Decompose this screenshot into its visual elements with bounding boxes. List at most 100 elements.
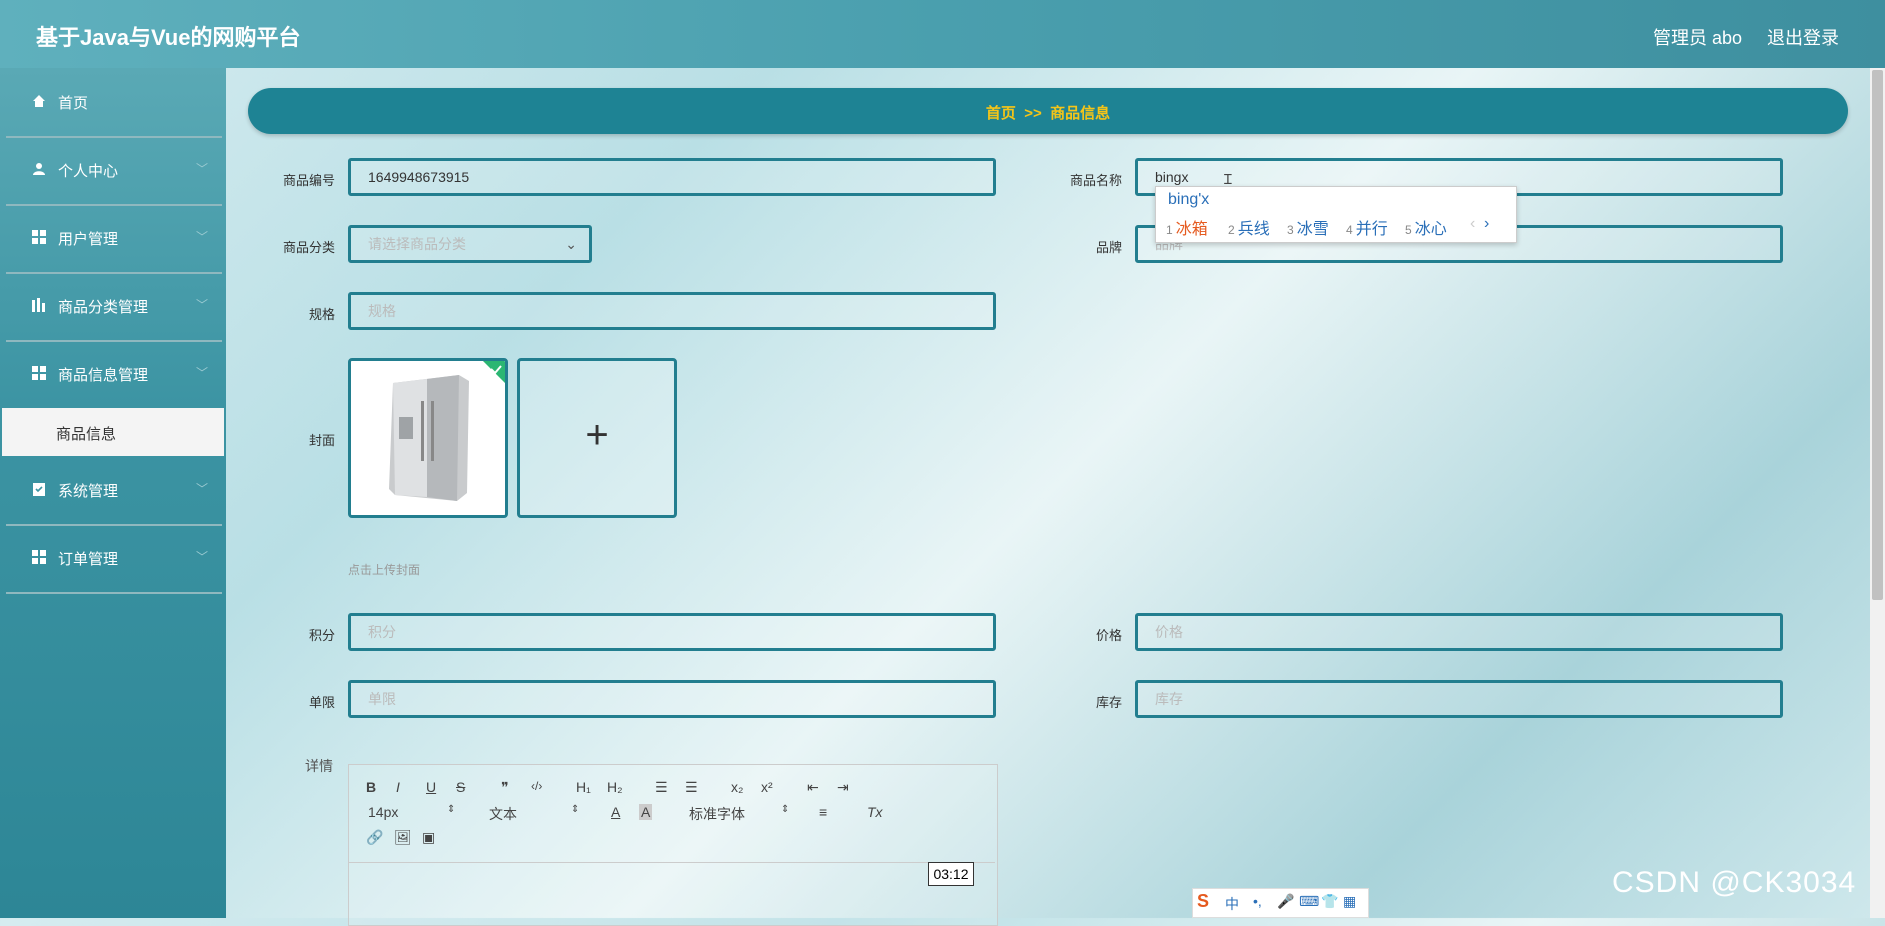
cover-image-thumbnail[interactable] xyxy=(348,358,508,518)
price-input[interactable]: 价格 xyxy=(1135,613,1783,651)
ime-candidate-1[interactable]: 1 冰箱 xyxy=(1166,215,1208,239)
underline-button[interactable]: U xyxy=(426,779,436,795)
points-input[interactable]: 积分 xyxy=(348,613,996,651)
logout-button[interactable]: 退出登录 xyxy=(1767,24,1839,50)
font-family-select[interactable]: 标准字体 xyxy=(689,804,745,824)
punctuation-icon[interactable]: •, xyxy=(1253,893,1262,909)
chevron-down-icon: ﹀ xyxy=(195,550,208,564)
sidebar-item-users[interactable]: 用户管理 ﹀ xyxy=(6,206,222,274)
category-select[interactable]: 请选择商品分类 ⌄ xyxy=(348,225,592,263)
ime-next-page[interactable]: › xyxy=(1484,215,1489,233)
sidebar-item-label: 商品信息管理 xyxy=(58,367,149,384)
image-icon[interactable]: 🖼 xyxy=(394,829,412,846)
chinese-mode-icon[interactable]: 中 xyxy=(1225,894,1239,914)
h1-button[interactable]: H₁ xyxy=(576,779,591,795)
sort-icon: ⇕ xyxy=(571,804,580,815)
background-color-button[interactable]: A xyxy=(639,804,653,820)
chart-icon xyxy=(32,298,45,312)
breadcrumb-separator: >> xyxy=(1024,105,1042,122)
clipboard-icon xyxy=(33,483,45,496)
clear-format-button[interactable]: Tx xyxy=(867,804,883,820)
strike-button[interactable]: S xyxy=(456,779,465,795)
unordered-list-button[interactable]: ☰ xyxy=(685,779,698,796)
chevron-down-icon: ﹀ xyxy=(195,298,208,312)
sort-icon: ⇕ xyxy=(447,804,456,815)
ime-toolbar[interactable]: S 中 •, 🎤 ⌨ 👕 ▦ xyxy=(1192,888,1369,918)
time-badge: 03:12 xyxy=(928,862,974,886)
quote-button[interactable]: ❞ xyxy=(501,779,509,796)
detail-label: 详情 xyxy=(305,758,333,774)
sidebar-item-products[interactable]: 商品信息管理 ﹀ xyxy=(6,342,222,410)
name-label: 商品名称 xyxy=(1069,173,1122,188)
keyboard-icon[interactable]: ⌨ xyxy=(1299,893,1319,910)
sidebar-item-label: 商品分类管理 xyxy=(58,299,149,316)
sidebar: 首页 个人中心 ﹀ 用户管理 ﹀ 商品分类管理 ﹀ 商品信息管理 ﹀ 商品信息 … xyxy=(0,68,226,918)
ime-candidate-3[interactable]: 3 冰雪 xyxy=(1287,215,1329,239)
italic-button[interactable]: I xyxy=(396,779,400,795)
spec-input[interactable]: 规格 xyxy=(348,292,996,330)
category-placeholder: 请选择商品分类 xyxy=(368,236,466,252)
sogou-logo-icon: S xyxy=(1197,891,1210,911)
product-code-input[interactable]: 1649948673915 xyxy=(348,158,996,196)
link-icon[interactable]: 🔗 xyxy=(366,829,383,846)
outdent-button[interactable]: ⇤ xyxy=(807,779,819,796)
spec-label: 规格 xyxy=(308,307,335,322)
sidebar-item-home[interactable]: 首页 xyxy=(6,70,222,138)
microphone-icon[interactable]: 🎤 xyxy=(1277,893,1294,910)
ime-candidate-popup: bing'x 1 冰箱 2 兵线 3 冰雪 4 并行 5 冰心 ‹ › xyxy=(1155,186,1517,243)
ime-prev-page[interactable]: ‹ xyxy=(1470,215,1475,233)
bold-button[interactable]: B xyxy=(366,779,376,795)
ime-composition: bing'x xyxy=(1168,191,1210,208)
toolbox-icon[interactable]: ▦ xyxy=(1343,893,1356,910)
user-icon xyxy=(33,163,45,175)
video-icon[interactable]: ▣ xyxy=(422,829,435,846)
superscript-button[interactable]: x² xyxy=(761,779,773,795)
stock-input[interactable]: 库存 xyxy=(1135,680,1783,718)
grid-icon xyxy=(32,550,46,564)
chevron-down-icon: ⌄ xyxy=(565,236,577,252)
limit-input[interactable]: 单限 xyxy=(348,680,996,718)
rich-text-editor: B I U S ❞ ‹/› H₁ H₂ ☰ ☰ x₂ x² ⇤ ⇥ 14px ⇕… xyxy=(348,764,998,926)
stock-placeholder: 库存 xyxy=(1155,691,1183,707)
spec-placeholder: 规格 xyxy=(368,303,396,319)
chevron-down-icon: ﹀ xyxy=(195,482,208,496)
points-placeholder: 积分 xyxy=(368,624,396,640)
indent-button[interactable]: ⇥ xyxy=(837,779,849,796)
skin-icon[interactable]: 👕 xyxy=(1321,893,1338,910)
csdn-watermark: CSDN @CK3034 xyxy=(1612,866,1857,899)
sidebar-item-label: 系统管理 xyxy=(58,483,119,500)
breadcrumb-home[interactable]: 首页 xyxy=(986,105,1016,122)
font-size-select[interactable]: 14px xyxy=(368,804,398,820)
editor-content-area[interactable] xyxy=(349,862,995,926)
sidebar-item-label: 订单管理 xyxy=(58,551,119,568)
sidebar-item-system[interactable]: 系统管理 ﹀ xyxy=(6,458,222,526)
align-button[interactable]: ≡ xyxy=(819,804,827,820)
sidebar-subitem-product-info[interactable]: 商品信息 xyxy=(2,408,224,456)
header-select[interactable]: 文本 xyxy=(489,804,517,824)
subscript-button[interactable]: x₂ xyxy=(731,779,743,795)
font-color-button[interactable]: A xyxy=(611,804,620,820)
upload-cover-button[interactable]: + xyxy=(517,358,677,518)
ime-candidate-5[interactable]: 5 冰心 xyxy=(1405,215,1447,239)
ime-candidate-4[interactable]: 4 并行 xyxy=(1346,215,1388,239)
sidebar-item-label: 个人中心 xyxy=(58,163,119,180)
ordered-list-button[interactable]: ☰ xyxy=(655,779,668,796)
scrollbar-thumb[interactable] xyxy=(1872,70,1883,600)
sidebar-item-profile[interactable]: 个人中心 ﹀ xyxy=(6,138,222,206)
brand-label: 品牌 xyxy=(1095,240,1122,255)
h2-button[interactable]: H₂ xyxy=(607,779,623,795)
sidebar-item-label: 用户管理 xyxy=(58,231,119,248)
cover-label: 封面 xyxy=(308,433,335,448)
ime-candidate-2[interactable]: 2 兵线 xyxy=(1228,215,1270,239)
sidebar-item-categories[interactable]: 商品分类管理 ﹀ xyxy=(6,274,222,342)
price-placeholder: 价格 xyxy=(1155,624,1183,640)
sidebar-item-orders[interactable]: 订单管理 ﹀ xyxy=(6,526,222,594)
app-title: 基于Java与Vue的网购平台 xyxy=(36,25,301,50)
code-button[interactable]: ‹/› xyxy=(531,779,542,793)
limit-label: 单限 xyxy=(308,695,335,710)
fridge-image xyxy=(351,361,505,515)
plus-icon: + xyxy=(585,413,609,457)
price-label: 价格 xyxy=(1095,628,1122,643)
chevron-down-icon: ﹀ xyxy=(195,366,208,380)
category-label: 商品分类 xyxy=(282,240,335,255)
